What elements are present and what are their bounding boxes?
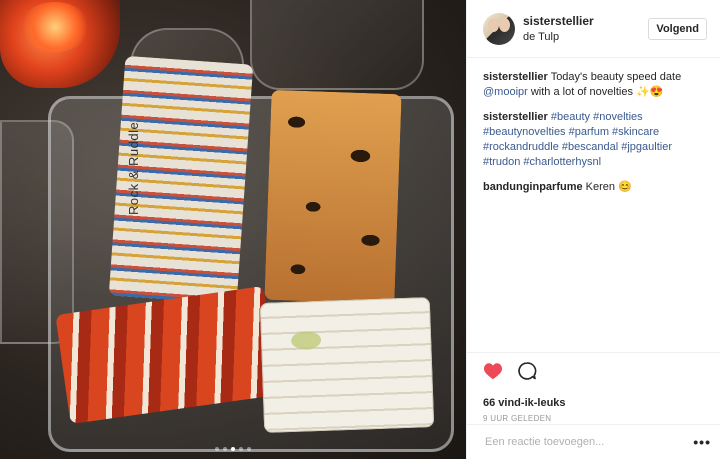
post-actions: 66 vind-ik-leuks 9 UUR GELEDEN: [467, 352, 720, 423]
post-header: sisterstellier de Tulp Volgend: [467, 0, 720, 58]
carousel-dot[interactable]: [239, 447, 243, 451]
glass-bowl: [250, 0, 424, 90]
author-username[interactable]: sisterstellier: [523, 13, 648, 29]
hashtag-link[interactable]: #trudon: [483, 156, 520, 168]
comment-text: Keren 😊: [585, 181, 632, 193]
add-comment-bar: •••: [467, 424, 720, 459]
comment-item: bandunginparfume Keren 😊: [483, 180, 705, 195]
author-info: sisterstellier de Tulp: [523, 13, 648, 45]
carousel-indicator: [0, 447, 466, 451]
carousel-dot[interactable]: [215, 447, 219, 451]
hashtag-link[interactable]: #rockandruddle: [483, 141, 559, 153]
comment-username[interactable]: sisterstellier: [483, 71, 548, 83]
hashtag-link[interactable]: #jpgaultier: [621, 141, 672, 153]
hashtag-link[interactable]: #beautynovelties: [483, 126, 566, 138]
hashtag-link[interactable]: #charlotterhysnl: [523, 156, 601, 168]
candle: [0, 0, 120, 88]
comment-text: Today's beauty speed date: [550, 71, 682, 83]
hashtag-link[interactable]: #skincare: [612, 126, 659, 138]
comment-bubble-icon[interactable]: [517, 361, 537, 386]
comment-list: sisterstellier Today's beauty speed date…: [467, 58, 720, 195]
comb-brand-label: Rock & Ruddle: [126, 121, 141, 215]
more-options-icon[interactable]: •••: [693, 434, 711, 450]
carousel-dot[interactable]: [231, 447, 235, 451]
comment-item: sisterstellier Today's beauty speed date…: [483, 70, 705, 100]
hashtag-link[interactable]: #bescandal: [562, 141, 618, 153]
carousel-dot[interactable]: [223, 447, 227, 451]
comment-text: with a lot of novelties ✨😍: [527, 86, 664, 98]
comment-username[interactable]: bandunginparfume: [483, 181, 583, 193]
hashtag-link[interactable]: #beauty: [551, 111, 590, 123]
post-sidebar: sisterstellier de Tulp Volgend sisterste…: [466, 0, 720, 459]
mention-link[interactable]: @mooipr: [483, 86, 528, 98]
post-photo[interactable]: Rock & Ruddle: [0, 0, 466, 459]
following-button[interactable]: Volgend: [648, 17, 707, 40]
instagram-post-view: Rock & Ruddle sisterstellier de Tulp Vol…: [0, 0, 720, 459]
hashtag-link[interactable]: #novelties: [593, 111, 643, 123]
carousel-dot[interactable]: [247, 447, 251, 451]
comment-username[interactable]: sisterstellier: [483, 111, 548, 123]
post-timestamp[interactable]: 9 UUR GELEDEN: [483, 414, 705, 423]
comment-input[interactable]: [483, 435, 694, 449]
heart-icon[interactable]: [483, 362, 503, 385]
action-icons: [483, 361, 705, 385]
post-location[interactable]: de Tulp: [523, 29, 648, 45]
hashtag-link[interactable]: #parfum: [569, 126, 609, 138]
leopard-comb: [264, 89, 402, 305]
avatar[interactable]: [483, 12, 515, 45]
like-count[interactable]: 66 vind-ik-leuks: [483, 397, 705, 409]
floral-comb: [259, 297, 435, 433]
comment-item: sisterstellier #beauty #novelties #beaut…: [483, 110, 705, 170]
